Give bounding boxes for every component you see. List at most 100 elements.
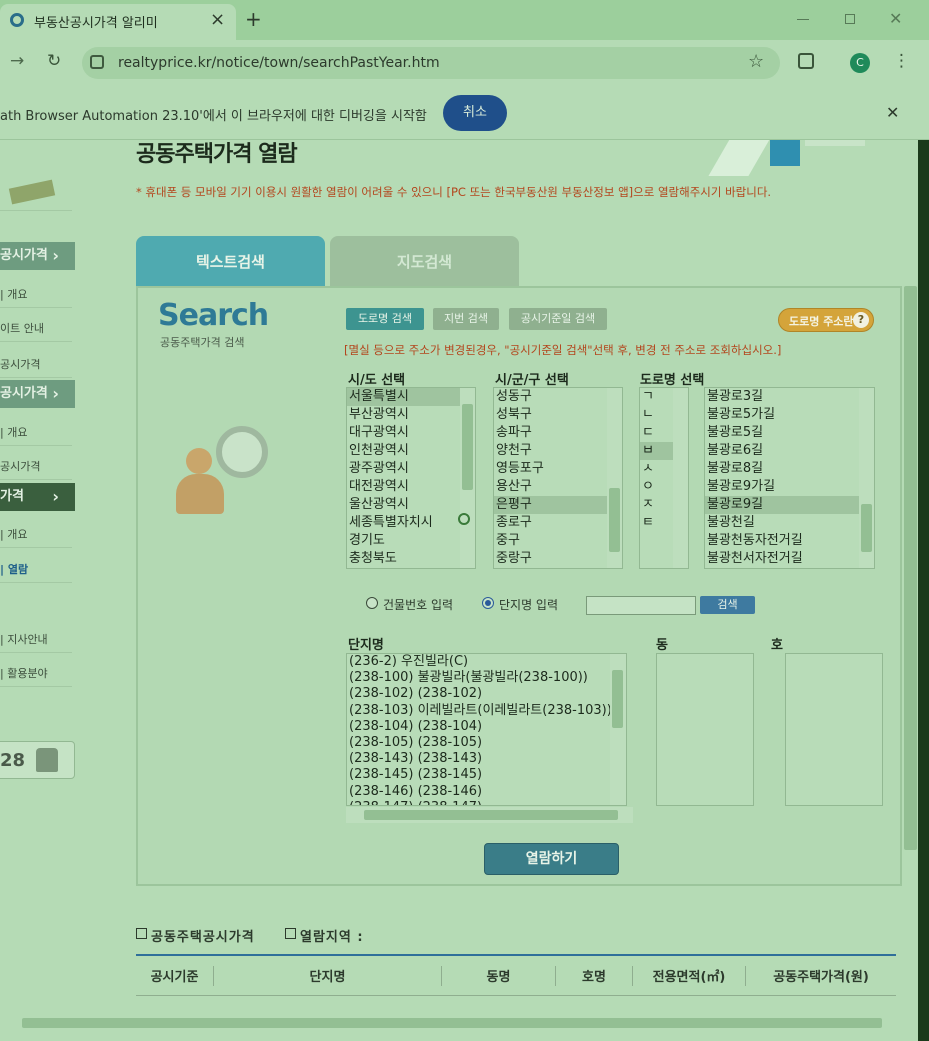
sido-option[interactable]: 인천광역시 <box>347 442 475 460</box>
dong-list[interactable] <box>656 653 754 806</box>
sidebar-item-9[interactable]: | 열람 <box>0 557 72 583</box>
road-option[interactable]: 불광천길 <box>705 514 874 532</box>
date-search-button[interactable]: 공시기준일 검색 <box>509 308 607 330</box>
complex-option[interactable]: (238-145) (238-145) <box>347 767 626 783</box>
sidebar-item-6[interactable]: 공시가격 <box>0 454 72 480</box>
lot-search-button[interactable]: 지번 검색 <box>433 308 499 330</box>
road-scrollbar[interactable] <box>859 388 874 568</box>
sigungu-option[interactable]: 종로구 <box>494 514 622 532</box>
sigungu-list[interactable]: 성동구 성북구 송파구 양천구 영등포구 용산구 은평구 종로구 중구 중랑구 <box>493 387 623 569</box>
sigungu-option[interactable]: 송파구 <box>494 424 622 442</box>
complex-list[interactable]: (236-2) 우진빌라(C) (238-100) 불광빌라(불광빌라(238-1… <box>346 653 627 806</box>
complex-option[interactable]: (238-100) 불광빌라(불광빌라(238-100)) <box>347 670 626 686</box>
complex-scrollbar[interactable] <box>610 654 626 805</box>
complex-option[interactable]: (238-143) (238-143) <box>347 751 626 767</box>
sido-option[interactable]: 울산광역시 <box>347 496 475 514</box>
sidebar-item-4[interactable]: 공시가격 › <box>0 380 75 408</box>
sidebar-item-3[interactable]: 공시가격 <box>0 352 72 378</box>
sigungu-option[interactable]: 용산구 <box>494 478 622 496</box>
column-header[interactable]: 호명 <box>555 966 632 986</box>
sidebar-item-label: | 지사안내 <box>0 633 48 646</box>
menu-icon[interactable]: ⋮ <box>893 51 910 71</box>
complex-option[interactable]: (236-2) 우진빌라(C) <box>347 654 626 670</box>
complex-option[interactable]: (238-146) (238-146) <box>347 784 626 800</box>
infobar-close-icon[interactable]: ✕ <box>886 103 899 122</box>
column-header[interactable]: 공시기준 <box>136 966 213 986</box>
column-header[interactable]: 단지명 <box>213 966 441 986</box>
tab-close-icon[interactable]: × <box>210 9 225 30</box>
road-option[interactable]: 불광로6길 <box>705 442 874 460</box>
complex-search-button[interactable]: 검색 <box>700 596 755 614</box>
sigungu-scrollbar[interactable] <box>607 388 622 568</box>
complex-option[interactable]: (238-105) (238-105) <box>347 735 626 751</box>
sido-option[interactable]: 대전광역시 <box>347 478 475 496</box>
radio-complex[interactable] <box>482 597 494 609</box>
sido-option[interactable]: 경기도 <box>347 532 475 550</box>
page-vscrollbar[interactable] <box>903 140 918 1016</box>
reload-icon[interactable]: ↻ <box>47 51 61 71</box>
locate-icon[interactable] <box>458 513 470 525</box>
sidebar-item-10[interactable]: | 지사안내 <box>0 627 72 653</box>
road-option[interactable]: 불광로5가길 <box>705 406 874 424</box>
site-info-icon[interactable] <box>90 55 104 69</box>
sido-option[interactable]: 서울특별시 <box>347 388 475 406</box>
road-option[interactable]: 불광로9길 <box>705 496 874 514</box>
forward-icon[interactable]: → <box>10 51 24 71</box>
url-text[interactable]: realtyprice.kr/notice/town/searchPastYea… <box>118 55 440 71</box>
complex-input[interactable] <box>586 596 696 615</box>
road-search-button[interactable]: 도로명 검색 <box>346 308 424 330</box>
view-button[interactable]: 열람하기 <box>484 843 619 875</box>
road-option[interactable]: 불광천서자전거길 <box>705 550 874 568</box>
sido-option[interactable]: 대구광역시 <box>347 424 475 442</box>
page-hscrollbar[interactable] <box>0 1016 903 1030</box>
window-close-icon[interactable]: ✕ <box>889 9 902 28</box>
sigungu-option[interactable]: 성동구 <box>494 388 622 406</box>
ho-list[interactable] <box>785 653 883 806</box>
maximize-icon[interactable] <box>845 14 855 24</box>
new-tab-button[interactable]: + <box>245 7 262 31</box>
road-list[interactable]: 불광로3길 불광로5가길 불광로5길 불광로6길 불광로8길 불광로9가길 불광로9길 불광천… <box>704 387 875 569</box>
sidebar-item-5[interactable]: | 개요 <box>0 420 72 446</box>
column-header[interactable]: 공동주택가격(원) <box>745 966 896 986</box>
tab-map-search[interactable]: 지도검색 <box>330 236 519 286</box>
complex-hscrollbar[interactable] <box>346 807 633 823</box>
road-option[interactable]: 불광로9가길 <box>705 478 874 496</box>
complex-option[interactable]: (238-147) (238-147) <box>347 800 626 805</box>
column-header[interactable]: 전용면적(㎡) <box>632 966 745 986</box>
road-option[interactable]: 불광로3길 <box>705 388 874 406</box>
sigungu-option[interactable]: 중랑구 <box>494 550 622 568</box>
sidebar-item-1[interactable]: | 개요 <box>0 282 72 308</box>
complex-option[interactable]: (238-103) 이레빌라트(이레빌라트(238-103)) <box>347 703 626 719</box>
sigungu-option[interactable]: 은평구 <box>494 496 622 514</box>
sigungu-option[interactable]: 중구 <box>494 532 622 550</box>
complex-option[interactable]: (238-102) (238-102) <box>347 686 626 702</box>
extensions-icon[interactable] <box>798 53 814 69</box>
sigungu-option[interactable]: 성북구 <box>494 406 622 424</box>
help-icon[interactable]: ? <box>853 312 869 328</box>
sido-option[interactable]: 충청북도 <box>347 550 475 568</box>
complex-option[interactable]: (238-104) (238-104) <box>347 719 626 735</box>
sidebar-item-2[interactable]: 이트 안내 <box>0 316 72 342</box>
sido-option[interactable]: 광주광역시 <box>347 460 475 478</box>
sido-option[interactable]: 부산광역시 <box>347 406 475 424</box>
sidebar-item-11[interactable]: | 활용분야 <box>0 661 72 687</box>
tab-text-search[interactable]: 텍스트검색 <box>136 236 325 286</box>
road-option[interactable]: 불광로5길 <box>705 424 874 442</box>
initials-scrollbar[interactable] <box>673 388 688 568</box>
profile-avatar[interactable]: C <box>850 53 870 73</box>
bookmark-star-icon[interactable]: ☆ <box>748 51 764 72</box>
road-option[interactable]: 불광로8길 <box>705 460 874 478</box>
sido-option[interactable]: 세종특별자치시 <box>347 514 475 532</box>
road-option[interactable]: 불광천동자전거길 <box>705 532 874 550</box>
minimize-icon[interactable] <box>797 19 809 20</box>
sido-list[interactable]: 서울특별시 부산광역시 대구광역시 인천광역시 광주광역시 대전광역시 울산광역시 세종특별자… <box>346 387 476 569</box>
sidebar-item-0[interactable]: 공시가격 › <box>0 242 75 270</box>
sigungu-option[interactable]: 영등포구 <box>494 460 622 478</box>
radio-building[interactable] <box>366 597 378 609</box>
sidebar-item-8[interactable]: | 개요 <box>0 522 72 548</box>
column-header[interactable]: 동명 <box>441 966 555 986</box>
sidebar-item-7[interactable]: 가격 › <box>0 483 75 511</box>
sigungu-option[interactable]: 양천구 <box>494 442 622 460</box>
sido-scrollbar[interactable] <box>460 388 475 568</box>
cancel-button[interactable]: 취소 <box>443 95 507 131</box>
